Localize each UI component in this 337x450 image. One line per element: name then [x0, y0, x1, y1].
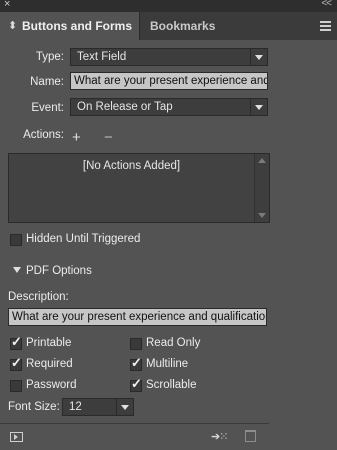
panel-menu-icon[interactable]: [320, 21, 331, 33]
type-value: Text Field: [77, 51, 127, 63]
description-field[interactable]: What are your present experience and qua…: [8, 308, 267, 326]
pdf-options-title[interactable]: PDF Options: [26, 265, 92, 277]
actions-list[interactable]: [No Actions Added]: [8, 153, 270, 223]
preview-icon[interactable]: [10, 432, 23, 442]
tab-collapse-chevron-icon[interactable]: ⬍: [8, 19, 17, 32]
convert-to-button-icon[interactable]: ➔⁙: [211, 430, 228, 443]
panel-footer: ➔⁙: [0, 423, 269, 450]
read-only-label: Read Only: [146, 337, 201, 349]
actions-label: Actions:: [23, 129, 64, 141]
password-label: Password: [26, 379, 77, 391]
chevron-down-icon: [116, 399, 133, 415]
pdf-options-disclosure-icon[interactable]: [13, 267, 21, 273]
required-label: Required: [26, 358, 73, 370]
scrollable-checkbox[interactable]: [130, 376, 142, 392]
printable-label: Printable: [26, 337, 72, 349]
tab-label: Buttons and Forms: [22, 19, 132, 33]
hidden-until-triggered-checkbox[interactable]: [10, 234, 22, 246]
multiline-checkbox[interactable]: [130, 355, 142, 371]
multiline-label: Multiline: [146, 358, 189, 370]
scrollable-label: Scrollable: [146, 379, 197, 391]
close-icon[interactable]: ×: [4, 0, 10, 10]
panel-empty-area: [269, 40, 337, 449]
password-checkbox[interactable]: [10, 380, 22, 392]
name-label: Name:: [30, 76, 64, 88]
scroll-up-icon[interactable]: [258, 158, 266, 163]
tab-bookmarks[interactable]: Bookmarks: [150, 19, 215, 33]
event-dropdown[interactable]: On Release or Tap: [70, 98, 268, 116]
scroll-down-icon[interactable]: [258, 213, 266, 218]
chevron-down-icon: [250, 99, 267, 115]
tab-bar: ⬍ Buttons and Forms Bookmarks: [0, 12, 337, 40]
type-dropdown[interactable]: Text Field: [70, 48, 268, 66]
hidden-until-triggered-label: Hidden Until Triggered: [26, 233, 141, 245]
type-label: Type:: [35, 51, 64, 63]
event-label: Event:: [31, 102, 64, 114]
description-label: Description:: [8, 291, 69, 303]
printable-checkbox[interactable]: [10, 334, 22, 350]
font-size-value: 12: [69, 401, 82, 413]
trash-icon[interactable]: [245, 430, 256, 442]
remove-action-icon[interactable]: −: [104, 129, 113, 146]
tab-buttons-and-forms[interactable]: ⬍ Buttons and Forms: [0, 12, 140, 40]
chevron-down-icon: [250, 49, 267, 65]
collapse-panel-icon[interactable]: <<: [321, 0, 332, 9]
actions-scrollbar[interactable]: [254, 154, 269, 222]
font-size-label: Font Size:: [8, 401, 60, 413]
required-checkbox[interactable]: [10, 355, 22, 371]
name-field[interactable]: What are your present experience and q: [70, 72, 268, 90]
read-only-checkbox[interactable]: [130, 338, 142, 350]
panel-title-strip: × <<: [0, 0, 337, 12]
font-size-dropdown[interactable]: 12: [62, 398, 134, 416]
no-actions-text: [No Actions Added]: [82, 160, 181, 172]
event-value: On Release or Tap: [77, 101, 173, 113]
add-action-icon[interactable]: +: [72, 129, 81, 146]
